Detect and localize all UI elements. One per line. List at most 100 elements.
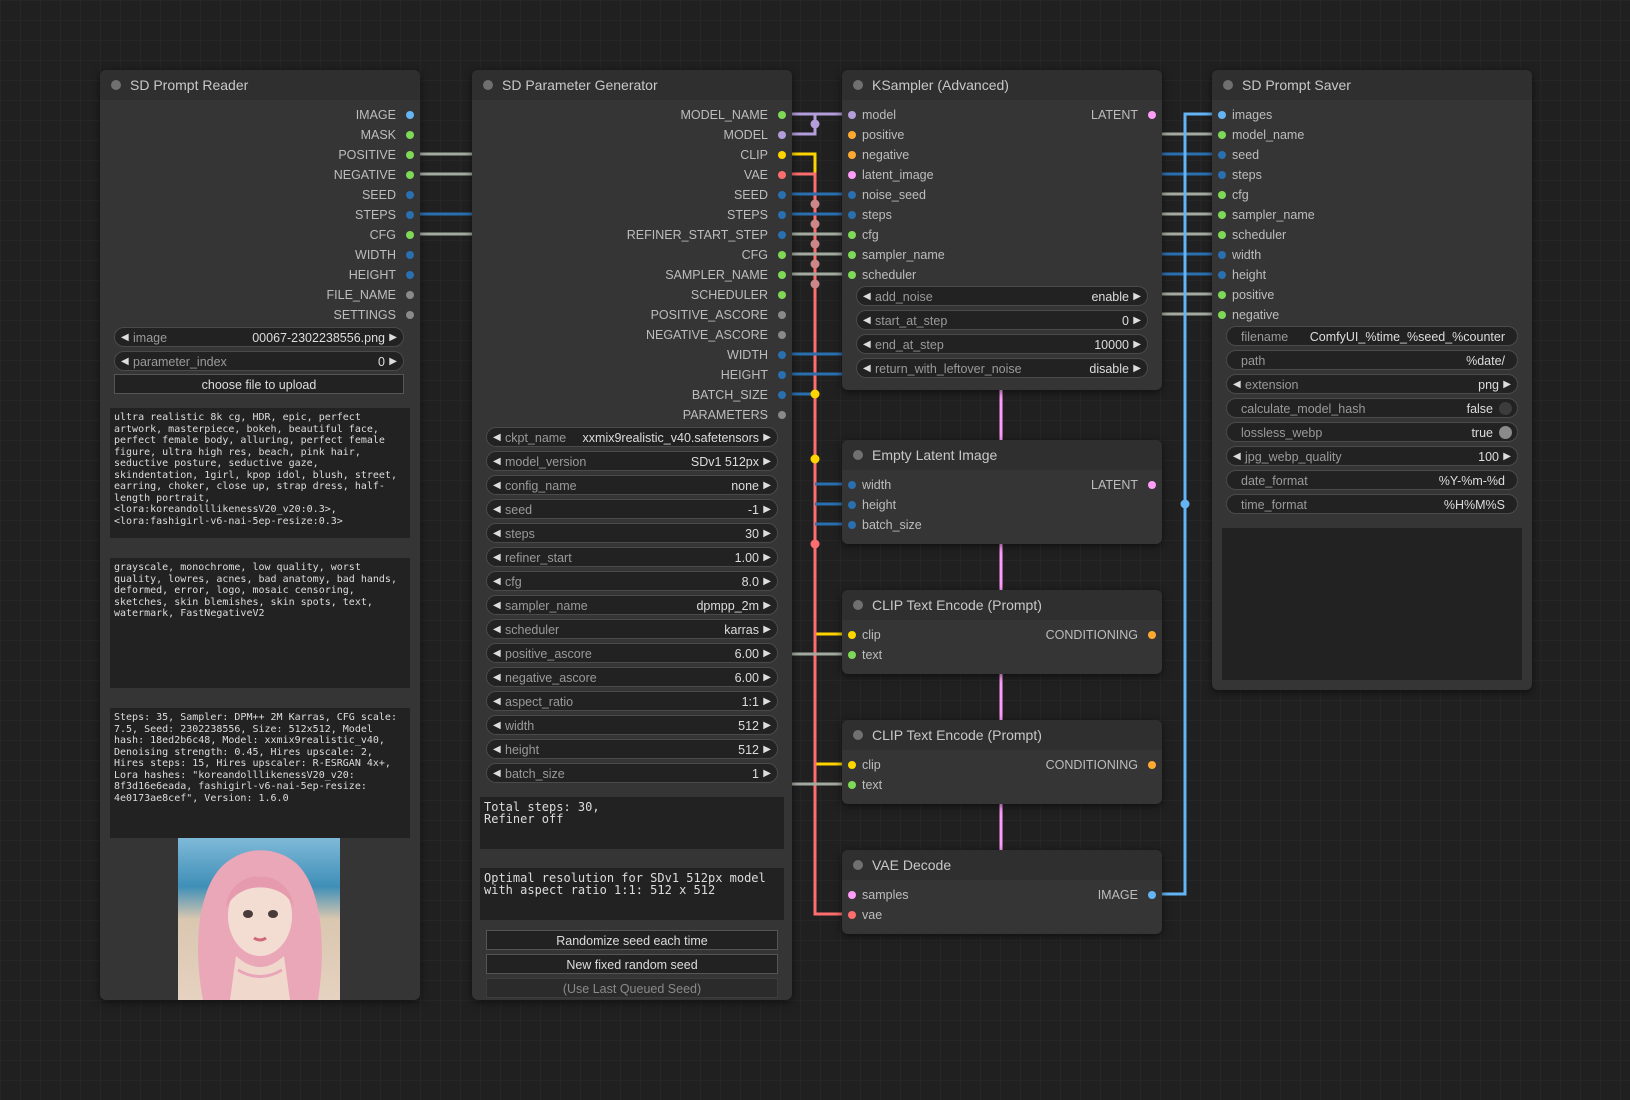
arrow-left-icon[interactable]: ◀: [863, 311, 871, 331]
collapse-dot-icon[interactable]: [111, 80, 121, 90]
arrow-left-icon[interactable]: ◀: [493, 620, 501, 640]
output-label[interactable]: CONDITIONING: [842, 755, 1138, 775]
resolution-info-text[interactable]: Optimal resolution for SDv1 512px model …: [480, 868, 784, 920]
output-slot-icon[interactable]: [1148, 111, 1156, 119]
arrow-left-icon[interactable]: ◀: [493, 452, 501, 472]
input-slot-icon[interactable]: [1218, 171, 1226, 179]
input-slot-icon[interactable]: [848, 171, 856, 179]
arrow-left-icon[interactable]: ◀: [1233, 447, 1241, 467]
arrow-left-icon[interactable]: ◀: [863, 335, 871, 355]
node-sd-prompt-saver[interactable]: SD Prompt Saver images model_name seed step…: [1212, 70, 1532, 690]
arrow-right-icon[interactable]: ▶: [763, 692, 771, 712]
input-slot-icon[interactable]: [1218, 291, 1226, 299]
output-mask[interactable]: MASK: [100, 125, 396, 145]
output-slot-icon[interactable]: [778, 331, 786, 339]
node-empty-latent-image[interactable]: Empty Latent Image width height batch_size…: [842, 440, 1162, 544]
arrow-right-icon[interactable]: ▶: [1133, 287, 1141, 307]
collapse-dot-icon[interactable]: [853, 80, 863, 90]
output-slot-icon[interactable]: [406, 111, 414, 119]
parameter-index-number[interactable]: ◀ parameter_index 0 ▶: [114, 351, 404, 371]
input-sampler-name[interactable]: sampler_name: [862, 245, 945, 265]
output-positive[interactable]: POSITIVE: [100, 145, 396, 165]
output-slot-icon[interactable]: [778, 351, 786, 359]
widget-sampler-name[interactable]: ◀ sampler_name dpmpp_2m ▶: [486, 595, 778, 615]
arrow-right-icon[interactable]: ▶: [763, 428, 771, 448]
output-batch-size[interactable]: BATCH_SIZE: [472, 385, 768, 405]
node-title-bar[interactable]: KSampler (Advanced): [842, 70, 1162, 100]
collapse-dot-icon[interactable]: [853, 600, 863, 610]
arrow-right-icon[interactable]: ▶: [1133, 311, 1141, 331]
output-sampler-name[interactable]: SAMPLER_NAME: [472, 265, 768, 285]
widget-time-format[interactable]: time_format %H%M%S: [1226, 494, 1518, 514]
widget-model-version[interactable]: ◀ model_version SDv1 512px ▶: [486, 451, 778, 471]
output-slot-icon[interactable]: [778, 151, 786, 159]
input-slot-icon[interactable]: [848, 191, 856, 199]
settings-text[interactable]: Steps: 35, Sampler: DPM++ 2M Karras, CFG…: [110, 708, 410, 838]
arrow-right-icon[interactable]: ▶: [763, 452, 771, 472]
arrow-left-icon[interactable]: ◀: [863, 287, 871, 307]
widget-negative-ascore[interactable]: ◀ negative_ascore 6.00 ▶: [486, 667, 778, 687]
arrow-left-icon[interactable]: ◀: [493, 500, 501, 520]
input-slot-icon[interactable]: [848, 151, 856, 159]
widget-steps[interactable]: ◀ steps 30 ▶: [486, 523, 778, 543]
widget-filename[interactable]: filename ComfyUI_%time_%seed_%counter: [1226, 326, 1518, 346]
widget-batch-size[interactable]: ◀ batch_size 1 ▶: [486, 763, 778, 783]
upload-button[interactable]: choose file to upload: [114, 374, 404, 394]
input-cfg[interactable]: cfg: [1232, 185, 1249, 205]
output-refiner-start-step[interactable]: REFINER_START_STEP: [472, 225, 768, 245]
output-scheduler[interactable]: SCHEDULER: [472, 285, 768, 305]
output-clip[interactable]: CLIP: [472, 145, 768, 165]
output-slot-icon[interactable]: [778, 231, 786, 239]
collapse-dot-icon[interactable]: [483, 80, 493, 90]
arrow-right-icon[interactable]: ▶: [763, 764, 771, 784]
input-height[interactable]: height: [862, 495, 896, 515]
input-text[interactable]: text: [862, 645, 882, 665]
arrow-right-icon[interactable]: ▶: [763, 740, 771, 760]
widget-aspect-ratio[interactable]: ◀ aspect_ratio 1:1 ▶: [486, 691, 778, 711]
arrow-left-icon[interactable]: ◀: [493, 644, 501, 664]
positive-prompt-text[interactable]: ultra realistic 8k cg, HDR, epic, perfec…: [110, 408, 410, 538]
output-slot-icon[interactable]: [406, 131, 414, 139]
output-steps[interactable]: STEPS: [472, 205, 768, 225]
output-slot-icon[interactable]: [1148, 481, 1156, 489]
input-slot-icon[interactable]: [1218, 271, 1226, 279]
widget-cfg[interactable]: ◀ cfg 8.0 ▶: [486, 571, 778, 591]
input-width[interactable]: width: [1232, 245, 1261, 265]
widget-height[interactable]: ◀ height 512 ▶: [486, 739, 778, 759]
widget-width[interactable]: ◀ width 512 ▶: [486, 715, 778, 735]
arrow-left-icon[interactable]: ◀: [493, 596, 501, 616]
widget-end-at-step[interactable]: ◀ end_at_step 10000 ▶: [856, 334, 1148, 354]
output-slot-icon[interactable]: [778, 251, 786, 259]
input-images[interactable]: images: [1232, 105, 1272, 125]
widget-seed[interactable]: ◀ seed -1 ▶: [486, 499, 778, 519]
output-slot-icon[interactable]: [406, 211, 414, 219]
output-settings[interactable]: SETTINGS: [100, 305, 396, 325]
output-slot-icon[interactable]: [406, 311, 414, 319]
output-slot-icon[interactable]: [778, 311, 786, 319]
input-noise-seed[interactable]: noise_seed: [862, 185, 926, 205]
node-sd-prompt-reader[interactable]: SD Prompt Reader IMAGE MASK POSITIVE NEGATI…: [100, 70, 420, 1000]
arrow-left-icon[interactable]: ◀: [121, 328, 129, 348]
output-model-name[interactable]: MODEL_NAME: [472, 105, 768, 125]
output-label[interactable]: LATENT: [842, 105, 1138, 125]
input-slot-icon[interactable]: [848, 911, 856, 919]
input-slot-icon[interactable]: [848, 131, 856, 139]
arrow-right-icon[interactable]: ▶: [389, 352, 397, 372]
arrow-left-icon[interactable]: ◀: [493, 548, 501, 568]
input-scheduler[interactable]: scheduler: [1232, 225, 1286, 245]
output-width[interactable]: WIDTH: [100, 245, 396, 265]
widget-positive-ascore[interactable]: ◀ positive_ascore 6.00 ▶: [486, 643, 778, 663]
output-slot-icon[interactable]: [778, 371, 786, 379]
input-cfg[interactable]: cfg: [862, 225, 879, 245]
arrow-right-icon[interactable]: ▶: [763, 668, 771, 688]
image-combo[interactable]: ◀ image 00067-2302238556.png ▶: [114, 327, 404, 347]
output-label[interactable]: LATENT: [842, 475, 1138, 495]
arrow-left-icon[interactable]: ◀: [493, 572, 501, 592]
node-title-bar[interactable]: SD Prompt Reader: [100, 70, 420, 100]
node-title-bar[interactable]: CLIP Text Encode (Prompt): [842, 590, 1162, 620]
output-seed[interactable]: SEED: [472, 185, 768, 205]
output-slot-icon[interactable]: [406, 291, 414, 299]
output-height[interactable]: HEIGHT: [100, 265, 396, 285]
arrow-right-icon[interactable]: ▶: [1503, 375, 1511, 395]
output-slot-icon[interactable]: [778, 131, 786, 139]
